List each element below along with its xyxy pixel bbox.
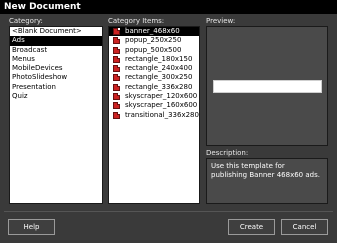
category-items-label: Category Items: <box>108 17 165 25</box>
template-item[interactable]: skyscraper_160x600 <box>109 101 199 110</box>
category-item-blank[interactable]: <Blank Document> <box>10 27 102 36</box>
category-label: Category: <box>9 17 43 25</box>
category-item-broadcast[interactable]: Broadcast <box>10 46 102 55</box>
category-item-photoslideshow[interactable]: PhotoSlideshow <box>10 73 102 82</box>
flash-document-icon <box>113 102 120 110</box>
category-item-menus[interactable]: Menus <box>10 55 102 64</box>
template-item-label: rectangle_300x250 <box>125 73 193 82</box>
template-item-label: rectangle_180x150 <box>125 54 193 63</box>
template-item[interactable]: rectangle_336x280 <box>109 83 199 92</box>
create-button[interactable]: Create <box>228 219 275 235</box>
category-items-list[interactable]: banner_468x60 popup_250x250 popup_500x50… <box>108 26 200 204</box>
flash-document-icon <box>113 83 120 91</box>
template-item[interactable]: rectangle_240x400 <box>109 64 199 73</box>
template-item-label: banner_468x60 <box>125 27 180 35</box>
preview-label: Preview: <box>206 17 236 25</box>
template-item-label: skyscraper_120x600 <box>125 92 198 101</box>
category-list[interactable]: <Blank Document> Ads Broadcast Menus Mob… <box>9 26 103 204</box>
template-item[interactable]: popup_250x250 <box>109 36 199 45</box>
category-item-presentation[interactable]: Presentation <box>10 83 102 92</box>
template-item[interactable]: rectangle_300x250 <box>109 73 199 82</box>
category-item-ads[interactable]: Ads <box>10 36 102 46</box>
template-item-label: rectangle_240x400 <box>125 64 193 73</box>
flash-document-icon <box>113 65 120 73</box>
template-item-label: transitional_336x280 <box>125 110 199 119</box>
dialog-title: New Document <box>0 0 337 14</box>
template-item[interactable]: transitional_336x280 <box>109 111 199 120</box>
banner-preview <box>213 80 322 93</box>
flash-document-icon <box>113 37 120 45</box>
template-item-label: rectangle_336x280 <box>125 82 193 91</box>
category-item-mobiledevices[interactable]: MobileDevices <box>10 64 102 73</box>
flash-document-icon <box>113 74 120 82</box>
category-item-quiz[interactable]: Quiz <box>10 92 102 101</box>
template-item-label: popup_500x500 <box>125 45 182 54</box>
flash-document-icon <box>113 46 120 54</box>
template-item[interactable]: banner_468x60 <box>109 27 199 37</box>
divider <box>4 211 333 212</box>
description-label: Description: <box>206 149 249 157</box>
template-item[interactable]: skyscraper_120x600 <box>109 92 199 101</box>
description-text: Use this template for publishing Banner … <box>206 158 328 204</box>
preview-pane <box>206 26 328 146</box>
template-item[interactable]: rectangle_180x150 <box>109 55 199 64</box>
template-item-label: popup_250x250 <box>125 36 182 45</box>
flash-document-icon <box>113 93 120 101</box>
help-button[interactable]: Help <box>8 219 55 235</box>
template-item[interactable]: popup_500x500 <box>109 46 199 55</box>
flash-document-icon <box>113 28 120 35</box>
flash-document-icon <box>113 55 120 63</box>
template-item-label: skyscraper_160x600 <box>125 101 198 110</box>
cancel-button[interactable]: Cancel <box>281 219 328 235</box>
flash-document-icon <box>113 111 120 119</box>
